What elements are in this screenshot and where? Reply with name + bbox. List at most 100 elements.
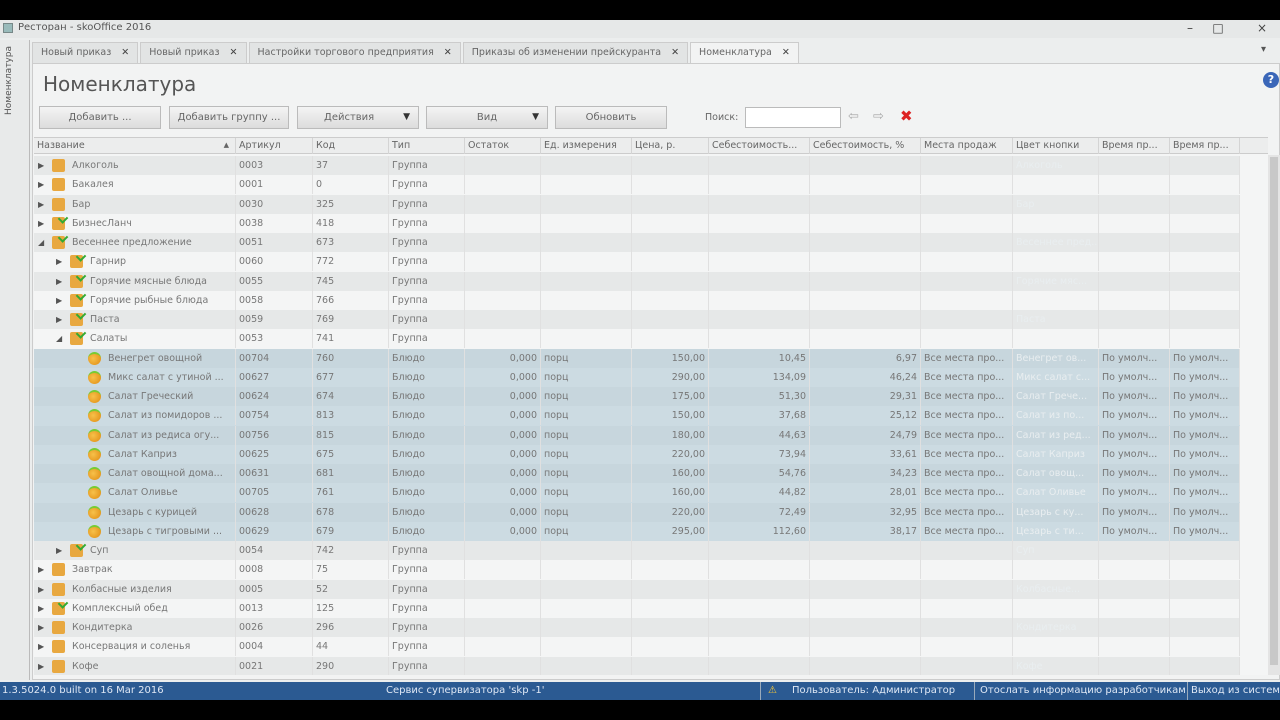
expand-arrow-icon[interactable]: ▶ (56, 310, 62, 329)
sort-ascending-icon[interactable]: ▲ (224, 138, 229, 153)
table-row[interactable]: ▶ Кондитерка 0026 296 Группа Кондитерка (34, 618, 1240, 638)
expand-arrow-icon[interactable]: ▶ (38, 657, 44, 676)
column-header[interactable]: Себестоимость... (709, 138, 810, 154)
expand-arrow-icon[interactable]: ▶ (38, 618, 44, 637)
table-row[interactable]: Салат из помидоров ... 00754 813 Блюдо 0,000… (34, 406, 1240, 426)
expand-arrow-icon[interactable]: ▶ (38, 599, 44, 618)
actions-dropdown[interactable]: Действия ▼ (297, 106, 419, 129)
table-row[interactable]: ▶ БизнесЛанч 0038 418 Группа (34, 213, 1240, 233)
table-row[interactable]: ▶ Суп 0054 742 Группа Суп (34, 541, 1240, 561)
tab-0[interactable]: Новый приказ ✕ (32, 42, 139, 63)
column-header[interactable]: Тип (389, 138, 465, 154)
tab-2[interactable]: Настройки торгового предприятия ✕ (248, 42, 461, 63)
minimize-button[interactable]: – (1180, 20, 1200, 36)
table-row[interactable]: ▶ Паста 0059 769 Группа Паста (34, 310, 1240, 330)
cell-cost: 112,60 (709, 521, 810, 541)
close-icon[interactable]: ✕ (671, 43, 679, 63)
column-header[interactable]: Остаток (465, 138, 541, 154)
cell-price (632, 252, 709, 272)
expand-arrow-icon[interactable]: ▶ (38, 560, 44, 579)
vertical-scrollbar[interactable] (1268, 155, 1280, 675)
table-row[interactable]: Салат Каприз 00625 675 Блюдо 0,000 порц 220,00… (34, 444, 1240, 464)
column-header[interactable]: Цвет кнопки (1013, 138, 1099, 154)
column-header[interactable]: Время пр... (1099, 138, 1170, 154)
refresh-button[interactable]: Обновить (555, 106, 667, 129)
table-row[interactable]: ▶ Бакалея 0001 0 Группа (34, 175, 1240, 195)
cell-price (632, 656, 709, 675)
table-row[interactable]: Салат Оливье 00705 761 Блюдо 0,000 порц 160,00… (34, 483, 1240, 503)
expand-arrow-icon[interactable]: ▶ (38, 214, 44, 233)
cell-unit: порц (541, 348, 632, 368)
maximize-button[interactable]: □ (1208, 20, 1228, 36)
expand-arrow-icon[interactable]: ▶ (38, 580, 44, 599)
tab-list-dropdown-icon[interactable]: ▾ (1261, 44, 1266, 55)
cell-name: ▶ Колбасные изделия (34, 579, 236, 599)
expand-arrow-icon[interactable]: ▶ (56, 272, 62, 291)
cell-price (632, 329, 709, 349)
column-header[interactable]: Название ▲ (34, 138, 236, 154)
tab-1[interactable]: Новый приказ ✕ (140, 42, 247, 63)
tab-4[interactable]: Номенклатура ✕ (690, 42, 799, 63)
table-row[interactable]: ◢ Салаты 0053 741 Группа (34, 329, 1240, 349)
item-name: Горячие рыбные блюда (90, 294, 209, 306)
help-icon[interactable]: ? (1263, 72, 1279, 88)
column-header[interactable]: Ед. измерения (541, 138, 632, 154)
table-row[interactable]: Цезарь с тигровыми ... 00629 679 Блюдо 0,000… (34, 521, 1240, 541)
send-info-link[interactable]: Отослать информацию разработчикам (980, 682, 1186, 700)
table-row[interactable]: ▶ Алкоголь 0003 37 Группа Алкоголь (34, 156, 1240, 176)
table-row[interactable]: Салат овощной дома... 00631 681 Блюдо 0,000 п… (34, 464, 1240, 484)
close-icon[interactable]: ✕ (121, 43, 129, 63)
cell-price: 290,00 (632, 367, 709, 387)
table-row[interactable]: Салат Греческий 00624 674 Блюдо 0,000 порц 175… (34, 387, 1240, 407)
cell-code: 44 (313, 637, 389, 657)
table-row[interactable]: Венегрет овощной 00704 760 Блюдо 0,000 порц 15… (34, 348, 1240, 368)
close-icon[interactable]: ✕ (782, 43, 790, 63)
clear-search-icon[interactable]: ✖ (900, 107, 913, 125)
cell-costp: 34,23 (810, 464, 921, 483)
expand-arrow-icon[interactable]: ▶ (56, 291, 62, 310)
collapse-arrow-icon[interactable]: ◢ (38, 233, 44, 252)
tab-3[interactable]: Приказы об изменении прейскуранта ✕ (462, 42, 689, 63)
table-row[interactable]: ◢ Весеннее предложение 0051 673 Группа Весенн… (34, 233, 1240, 253)
table-row[interactable]: ▶ Горячие рыбные блюда 0058 766 Группа (34, 290, 1240, 310)
exit-link[interactable]: Выход из систем... (1191, 682, 1280, 700)
table-row[interactable]: ▶ Горячие мясные блюда 0055 745 Группа Горячи… (34, 271, 1240, 291)
view-dropdown[interactable]: Вид ▼ (426, 106, 548, 129)
table-row[interactable]: ▶ Консервация и соленья 0004 44 Группа (34, 637, 1240, 657)
column-header[interactable]: Цена, р. (632, 138, 709, 154)
cell-stock (465, 598, 541, 618)
table-row[interactable]: ▶ Кофе 0021 290 Группа Кофе (34, 656, 1240, 676)
table-row[interactable]: ▶ Гарнир 0060 772 Группа (34, 252, 1240, 272)
add-group-button[interactable]: Добавить группу ... (169, 106, 289, 129)
column-header[interactable]: Места продаж (921, 138, 1013, 154)
table-row[interactable]: Салат из редиса огу... 00756 815 Блюдо 0,000… (34, 425, 1240, 445)
dish-icon (88, 428, 101, 442)
table-row[interactable]: ▶ Комплексный обед 0013 125 Группа (34, 598, 1240, 618)
column-header[interactable]: Артикул (236, 138, 313, 154)
close-icon[interactable]: ✕ (444, 43, 452, 63)
table-row[interactable]: ▶ Бар 0030 325 Группа Бар (34, 194, 1240, 214)
expand-arrow-icon[interactable]: ▶ (38, 175, 44, 194)
expand-arrow-icon[interactable]: ▶ (56, 252, 62, 271)
expand-arrow-icon[interactable]: ▶ (38, 156, 44, 175)
arrow-right-icon[interactable]: ⇨ (873, 109, 884, 124)
table-row[interactable]: Микс салат с утиной ... 00627 677 Блюдо 0,00… (34, 367, 1240, 387)
expand-arrow-icon[interactable]: ▶ (56, 541, 62, 560)
side-panel-tab[interactable]: Номенклатура (0, 40, 30, 680)
arrow-left-icon[interactable]: ⇦ (848, 109, 859, 124)
scrollbar-thumb[interactable] (1270, 157, 1278, 665)
close-window-button[interactable]: × (1252, 20, 1272, 36)
table-row[interactable]: ▶ Завтрак 0008 75 Группа (34, 560, 1240, 580)
add-button[interactable]: Добавить ... (39, 106, 161, 129)
column-header[interactable]: Код (313, 138, 389, 154)
close-icon[interactable]: ✕ (230, 43, 238, 63)
collapse-arrow-icon[interactable]: ◢ (56, 329, 62, 348)
column-header[interactable]: Себестоимость, % (810, 138, 921, 154)
column-header[interactable]: Время пр... (1170, 138, 1240, 154)
cell-cost (709, 271, 810, 291)
expand-arrow-icon[interactable]: ▶ (38, 637, 44, 656)
table-row[interactable]: Цезарь с курицей 00628 678 Блюдо 0,000 порц 22… (34, 502, 1240, 522)
table-row[interactable]: ▶ Колбасные изделия 0005 52 Группа Колбасные.… (34, 579, 1240, 599)
expand-arrow-icon[interactable]: ▶ (38, 195, 44, 214)
search-input[interactable] (745, 107, 841, 128)
